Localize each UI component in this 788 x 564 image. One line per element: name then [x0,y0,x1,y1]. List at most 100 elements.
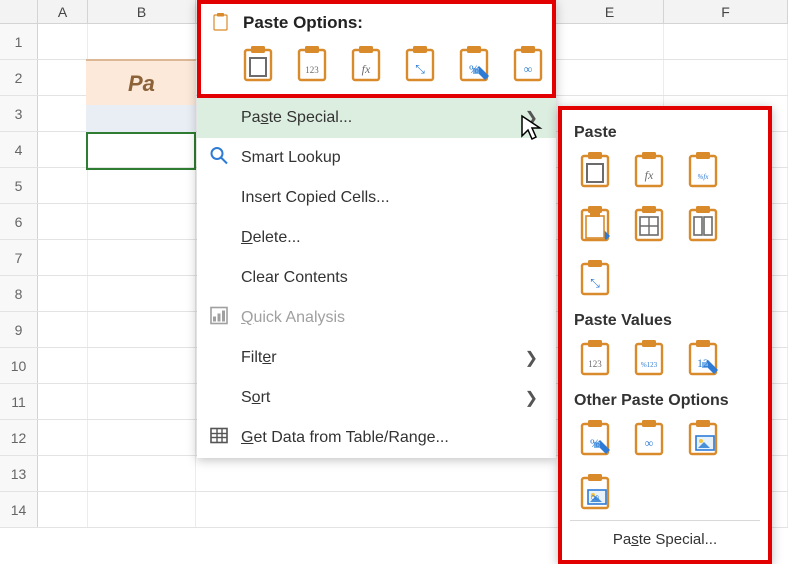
svg-text:%fx: %fx [698,173,710,181]
col-header-B[interactable]: B [88,0,196,23]
cell[interactable] [88,240,196,275]
cell[interactable] [38,60,88,95]
cell[interactable] [88,384,196,419]
paste-formatting-icon[interactable]: % [574,416,618,460]
col-header-E[interactable]: E [556,0,664,23]
paste-values-icon[interactable]: 123 [293,42,333,86]
row-header[interactable]: 5 [0,168,38,203]
row-header[interactable]: 14 [0,492,38,527]
paste-values-icon[interactable]: 123 [574,336,618,380]
col-header-A[interactable]: A [38,0,88,23]
cell[interactable] [88,276,196,311]
cell[interactable] [556,60,664,95]
row-header[interactable]: 13 [0,456,38,491]
paste-no-borders-icon[interactable] [628,202,672,246]
cell[interactable] [38,312,88,347]
paste-values-number-fmt-icon[interactable]: %123 [628,336,672,380]
paste-transpose-icon[interactable]: ⤡ [401,42,441,86]
paste-picture-icon[interactable] [682,416,726,460]
flyout-paste-special[interactable]: Paste Special... [570,520,760,556]
cell[interactable] [38,96,88,131]
menu-item-get_data[interactable]: Get Data from Table/Range... [197,418,556,458]
menu-item-label: Insert Copied Cells... [241,189,390,207]
row-header[interactable]: 11 [0,384,38,419]
menu-item-sort[interactable]: Sort❯ [197,378,556,418]
row-header[interactable]: 1 [0,24,38,59]
row-header[interactable]: 3 [0,96,38,131]
row-header[interactable]: 8 [0,276,38,311]
cell[interactable] [88,492,196,527]
cell[interactable] [556,24,664,59]
row-header[interactable]: 2 [0,60,38,95]
paste-link-icon[interactable]: ∞ [509,42,549,86]
svg-text:⤡: ⤡ [590,276,600,290]
paste-options-group: Paste Options: 123 fx ⤡% ∞ [197,0,556,98]
flyout-section-title: Paste [570,118,760,148]
row-header[interactable]: 4 [0,132,38,167]
paste-values-source-fmt-icon[interactable]: 12 [682,336,726,380]
paste-options-icons-row: 123 fx ⤡% ∞ [209,40,542,86]
col-header-F[interactable]: F [664,0,788,23]
cell[interactable] [38,348,88,383]
cell[interactable] [38,276,88,311]
menu-item-label: Filter [241,349,277,367]
cell[interactable] [38,24,88,59]
paste-link-icon[interactable]: ∞ [628,416,672,460]
cell[interactable] [88,348,196,383]
paste-all-icon[interactable] [239,42,279,86]
submenu-arrow-icon: ❯ [525,108,538,128]
flyout-section-title: Other Paste Options [570,386,760,416]
paste-special-flyout: Pastefx%fx⤡Paste Values123%12312Other Pa… [558,106,772,564]
cell[interactable] [38,384,88,419]
row-header[interactable]: 10 [0,348,38,383]
cell[interactable] [196,456,556,491]
cell[interactable] [38,132,88,167]
paste-options-title: Paste Options: [243,13,363,33]
row-header[interactable]: 12 [0,420,38,455]
paste-formatting-icon[interactable]: % [455,42,495,86]
cell[interactable] [38,456,88,491]
cell[interactable] [88,420,196,455]
menu-item-delete[interactable]: Delete... [197,218,556,258]
cell[interactable] [38,204,88,239]
row-header[interactable]: 6 [0,204,38,239]
paste-formulas-number-fmt-icon[interactable]: %fx [682,148,726,192]
select-all-corner[interactable] [0,0,38,23]
paste-linked-picture-icon[interactable]: ∞ [574,470,618,514]
menu-item-label: Smart Lookup [241,149,341,167]
row-header[interactable]: 7 [0,240,38,275]
cell[interactable] [88,204,196,239]
paste-keep-source-fmt-icon[interactable] [574,202,618,246]
paste-formulas-icon[interactable]: fx [628,148,672,192]
svg-text:∞: ∞ [524,62,533,76]
svg-text:%: % [469,62,479,76]
menu-item-paste_special[interactable]: Paste Special...❯ [197,98,556,138]
cell[interactable] [88,312,196,347]
cell[interactable] [38,420,88,455]
cell[interactable] [664,60,788,95]
visible-cell-fragment: Pa [86,59,196,134]
paste-transpose-icon[interactable]: ⤡ [574,256,618,300]
cell[interactable] [38,492,88,527]
svg-text:123: 123 [305,65,319,75]
paste-formulas-icon[interactable]: fx [347,42,387,86]
svg-text:%: % [590,436,600,450]
menu-item-label: Delete... [241,229,301,247]
context-menu: Paste Options: 123 fx ⤡% ∞ Paste Special...… [197,0,556,458]
cell[interactable] [88,24,196,59]
paste-all-icon[interactable] [574,148,618,192]
cell[interactable] [88,456,196,491]
menu-item-insert_copied[interactable]: Insert Copied Cells... [197,178,556,218]
row-header[interactable]: 9 [0,312,38,347]
cell[interactable] [196,492,556,527]
cell[interactable] [88,132,196,167]
cell[interactable] [38,168,88,203]
menu-item-filter[interactable]: Filter❯ [197,338,556,378]
cell[interactable] [38,240,88,275]
paste-column-widths-icon[interactable] [682,202,726,246]
menu-item-smart_lookup[interactable]: Smart Lookup [197,138,556,178]
cell[interactable] [664,24,788,59]
menu-item-clear_contents[interactable]: Clear Contents [197,258,556,298]
cell[interactable] [88,168,196,203]
svg-text:fx: fx [645,168,654,182]
